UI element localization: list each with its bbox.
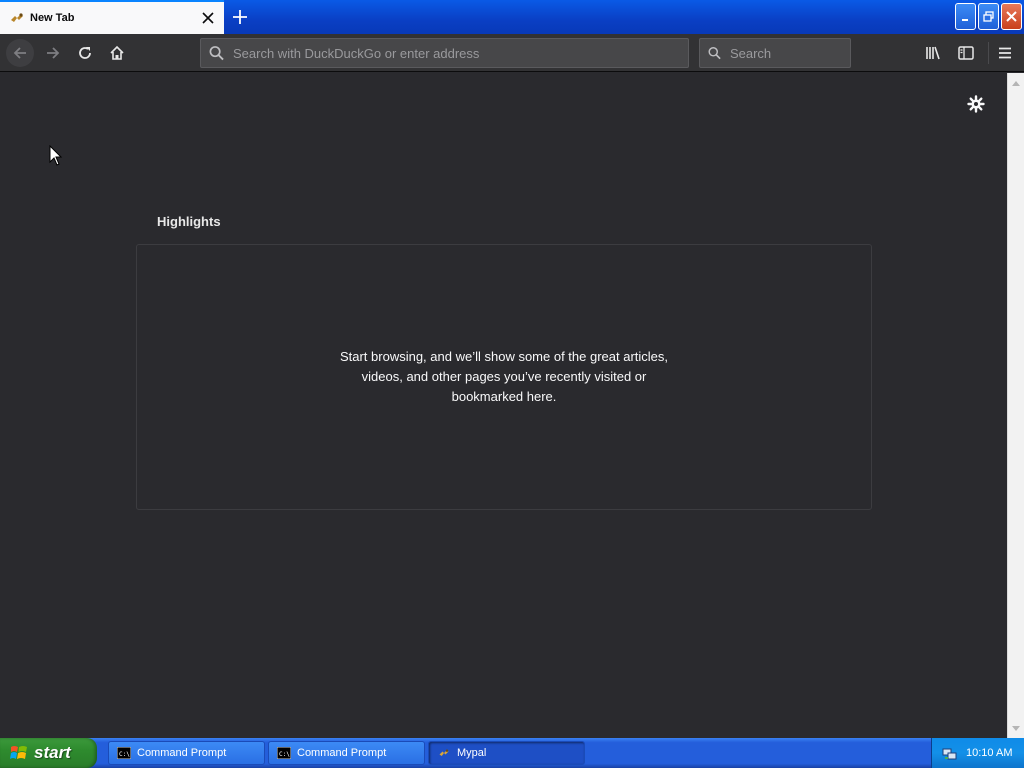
taskbar-item-label: Mypal [457,747,487,759]
search-bar[interactable] [699,38,851,68]
network-icon[interactable] [942,745,958,761]
scroll-up-icon[interactable] [1008,75,1024,91]
taskbar-item-label: Command Prompt [137,747,227,759]
tab-strip: New Tab [0,0,1024,34]
mypal-icon [439,749,449,756]
mypal-favicon-icon [11,13,23,22]
tab-new-tab[interactable]: New Tab [0,0,224,34]
taskbar-item[interactable]: Mypal [428,741,585,765]
gear-icon[interactable] [966,94,986,114]
minimize-icon[interactable] [955,3,976,30]
tab-title: New Tab [30,12,75,24]
scroll-down-icon[interactable] [1008,720,1024,736]
address-bar[interactable] [200,38,689,68]
address-input[interactable] [231,44,688,62]
highlights-empty-box: Start browsing, and we’ll show some of t… [136,244,872,510]
sidebar-toggle-icon[interactable] [952,39,980,67]
windows-logo-icon [10,746,27,759]
start-label: start [34,743,71,762]
toolbar-separator [988,42,989,64]
library-icon[interactable] [920,39,948,67]
cmd-icon: C:\ [277,747,291,759]
highlights-heading: Highlights [157,214,221,229]
close-tab-icon[interactable] [198,8,218,28]
mouse-cursor-icon [49,145,63,166]
windows-taskbar: start C:\ Command Prompt C:\ Command Pro… [0,738,1024,768]
svg-text:C:\: C:\ [279,751,290,758]
search-icon [209,46,224,61]
navigation-toolbar [0,34,1024,72]
taskbar-item-label: Command Prompt [297,747,387,759]
back-arrow-icon[interactable] [6,39,34,67]
window-controls [955,3,1022,30]
restore-icon[interactable] [978,3,999,30]
search-input[interactable] [727,44,850,62]
highlights-empty-message: Start browsing, and we’ll show some of t… [339,349,669,404]
taskbar-item[interactable]: C:\ Command Prompt [268,741,425,765]
reload-icon[interactable] [71,39,99,67]
search-icon [708,47,721,60]
start-button[interactable]: start [0,738,97,768]
forward-arrow-icon[interactable] [39,39,67,67]
clock[interactable]: 10:10 AM [966,747,1012,759]
system-tray: 10:10 AM [931,738,1024,768]
cmd-icon: C:\ [117,747,131,759]
svg-text:C:\: C:\ [119,751,130,758]
vertical-scrollbar[interactable] [1007,73,1024,738]
taskbar-item[interactable]: C:\ Command Prompt [108,741,265,765]
menu-hamburger-icon[interactable] [991,39,1019,67]
home-icon[interactable] [103,39,131,67]
new-tab-page: Highlights Start browsing, and we’ll sho… [0,73,1007,738]
close-window-icon[interactable] [1001,3,1022,30]
new-tab-plus-icon[interactable] [229,6,251,28]
